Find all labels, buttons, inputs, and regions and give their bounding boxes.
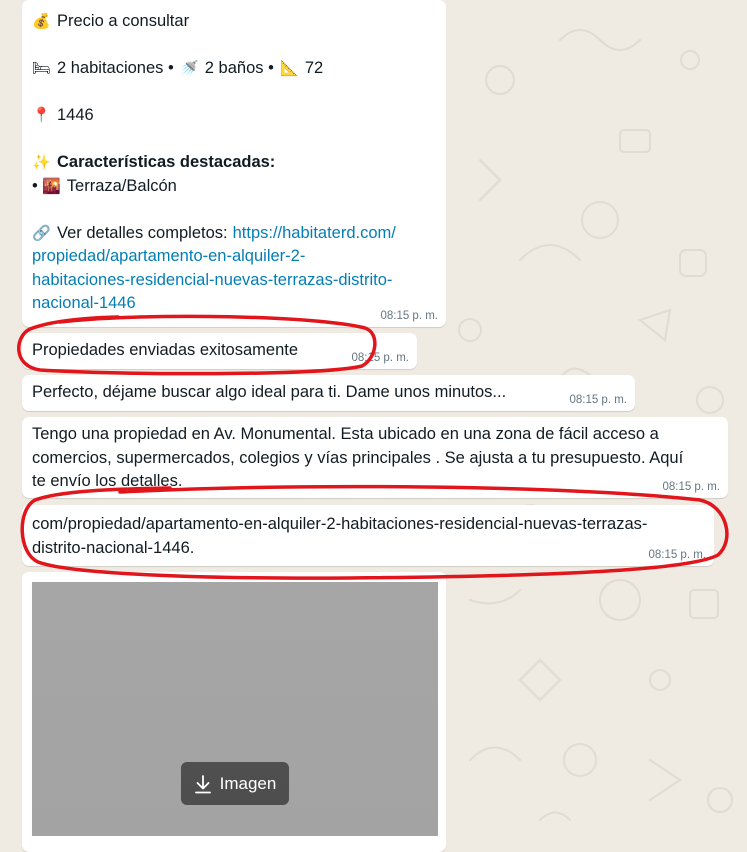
message-text-line: te envío los detalles.: [32, 472, 183, 490]
download-label: Imagen: [219, 773, 277, 793]
message-text: Perfecto, déjame buscar algo ideal para …: [32, 383, 507, 401]
bed-icon: 🛏: [32, 59, 52, 77]
message-text-line: distrito-nacional-1446.: [32, 538, 195, 557]
message-timestamp: 08:15 p. m.: [380, 310, 438, 322]
message-text: Propiedades enviadas exitosamente: [32, 341, 299, 359]
details-link-line-3[interactable]: habitaciones-residencial-nuevas-terrazas…: [32, 271, 392, 289]
message-property-info: Tengo una propiedad en Av. Monumental. E…: [22, 417, 728, 498]
message-text-line: com/propiedad/apartamento-en-alquiler-2-…: [32, 515, 648, 533]
ref-text: 1446: [57, 106, 94, 124]
price-text: Precio a consultar: [57, 12, 190, 30]
message-text-line: Tengo una propiedad en Av. Monumental. E…: [32, 425, 659, 443]
money-bag-icon: 💰: [32, 12, 51, 30]
feature-text: Terraza/Balcón: [66, 176, 177, 195]
details-link-line-1[interactable]: https://habitaterd.com/: [233, 222, 396, 246]
features-title-line: ✨ Características destacadas:: [32, 151, 437, 175]
message-sent-confirmation: Propiedades enviadas exitosamente 08:15 …: [22, 333, 417, 369]
details-label: Ver detalles completos:: [57, 223, 228, 242]
shower-icon: 🚿: [179, 59, 199, 77]
link-icon: 🔗: [32, 223, 51, 242]
details-link-line-4[interactable]: nacional-1446: [32, 294, 136, 312]
feature-bullet: •: [32, 176, 38, 195]
feature-item: • 🌇 Terraza/Balcón: [32, 175, 437, 199]
pin-icon: 📍: [32, 106, 51, 124]
download-image-button[interactable]: Imagen: [181, 762, 289, 805]
ref-line: 📍 1446: [32, 104, 437, 128]
message-partial-url: com/propiedad/apartamento-en-alquiler-2-…: [22, 505, 714, 566]
rooms-text: 2 habitaciones •: [57, 59, 174, 77]
price-line: 💰 Precio a consultar: [32, 10, 437, 34]
triangle-ruler-icon: 📐: [280, 59, 299, 77]
message-timestamp: 08:15 p. m.: [648, 549, 706, 561]
sparkles-icon: ✨: [32, 153, 51, 171]
message-timestamp: 08:15 p. m.: [662, 481, 720, 493]
area-text: 72: [304, 59, 324, 77]
details-block: 🔗 Ver detalles completos: https://habita…: [32, 222, 437, 316]
baths-text: 2 baños •: [204, 59, 274, 77]
details-link-line-2[interactable]: propiedad/apartamento-en-alquiler-2-: [32, 247, 305, 265]
message-searching: Perfecto, déjame buscar algo ideal para …: [22, 375, 635, 411]
features-title: Características destacadas:: [57, 153, 276, 171]
message-timestamp: 08:15 p. m.: [351, 352, 409, 364]
specs-line: 🛏 2 habitaciones • 🚿 2 baños • 📐 72: [32, 57, 437, 81]
chat-conversation: 💰 Precio a consultar 🛏 2 habitaciones • …: [0, 0, 747, 852]
message-timestamp: 08:15 p. m.: [569, 394, 627, 406]
sunset-icon: 🌇: [41, 176, 61, 195]
message-text-line: comercios, supermercados, colegios y vía…: [32, 448, 684, 467]
message-listing: 💰 Precio a consultar 🛏 2 habitaciones • …: [22, 0, 446, 327]
download-icon: [194, 774, 211, 793]
